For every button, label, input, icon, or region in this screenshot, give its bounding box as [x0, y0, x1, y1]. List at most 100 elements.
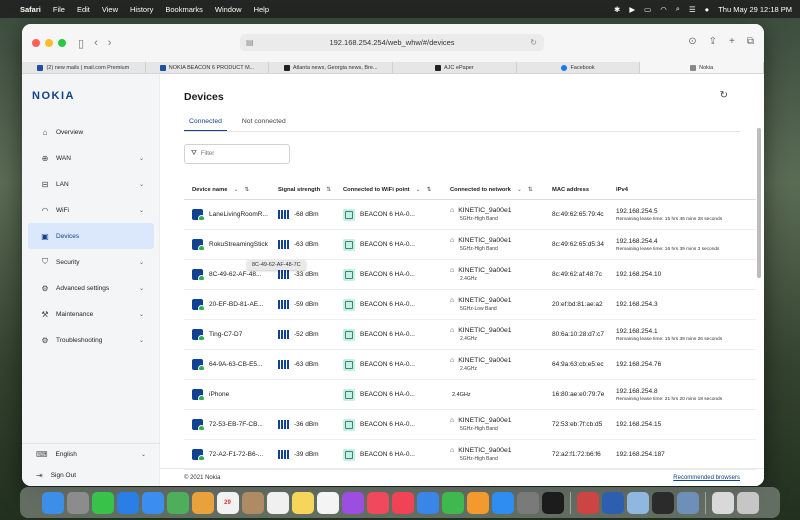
menu-history[interactable]: History [130, 5, 153, 14]
dock-podcasts-icon[interactable] [341, 491, 364, 514]
minimize-window-button[interactable] [45, 39, 53, 47]
dock-trash-icon[interactable] [736, 491, 759, 514]
nokia-logo[interactable]: NOKIA [32, 90, 75, 102]
menu-datetime[interactable]: Thu May 29 12:18 PM [718, 5, 792, 14]
address-bar-url[interactable]: 192.168.254.254/web_whw/#/devices [329, 38, 454, 47]
browser-tab[interactable]: AJC ePaper [393, 62, 517, 73]
sidebar-item-wifi[interactable]: ◠ WiFi ⌄ [28, 197, 154, 223]
page-scrollbar[interactable] [757, 124, 762, 486]
dock-finder-icon[interactable] [41, 491, 64, 514]
forward-arrow-icon[interactable]: › [108, 37, 112, 49]
tab-connected[interactable]: Connected [184, 118, 227, 131]
browser-tab[interactable]: Atlanta news, Georgia news, Bre... [269, 62, 394, 73]
dock-reminders-icon[interactable] [266, 491, 289, 514]
browser-tab[interactable]: NOKIA BEACON 6 PRODUCT M... [146, 62, 270, 73]
device-name-cell[interactable]: 8C-49-62-AF-48... [184, 269, 270, 280]
device-name-cell[interactable]: 64-9A-63-CB-E5... [184, 359, 270, 370]
dock-freeform-icon[interactable] [316, 491, 339, 514]
sidebar-item-lan[interactable]: ⊟ LAN ⌄ [28, 171, 154, 197]
tab-not-connected[interactable]: Not connected [237, 118, 291, 131]
sidebar-toggle-icon[interactable]: ▯ [78, 37, 84, 50]
table-row[interactable]: 64-9A-63-CB-E5... -63 dBm BEACON 6 HA-0...… [184, 350, 756, 380]
address-bar[interactable]: ▤ 192.168.254.254/web_whw/#/devices ↻ [240, 34, 544, 51]
dock-music-icon[interactable] [366, 491, 389, 514]
col-wifi-point[interactable]: Connected to WiFi point ⌄ ⇅ [335, 187, 442, 193]
sort-icon[interactable]: ⇅ [326, 187, 331, 193]
dock-terminal-icon[interactable] [651, 491, 674, 514]
dock-safari-icon[interactable] [116, 491, 139, 514]
col-device-name[interactable]: Device name ⌄ ⇅ [184, 187, 270, 193]
browser-tab[interactable]: (2) new mails | mail.com Premium [22, 62, 146, 73]
refresh-icon[interactable]: ↻ [720, 90, 728, 101]
menu-edit[interactable]: Edit [77, 5, 90, 14]
dock-apple-tv-icon[interactable] [541, 491, 564, 514]
sign-out-button[interactable]: ⇥ Sign Out [22, 465, 160, 486]
share-icon[interactable]: ⇪ [709, 36, 717, 47]
reload-icon[interactable]: ↻ [530, 38, 537, 47]
back-arrow-icon[interactable]: ‹ [94, 37, 98, 49]
col-mac-address[interactable]: MAC address [544, 187, 608, 193]
dock-other-app-2-icon[interactable] [601, 491, 624, 514]
new-tab-icon[interactable]: + [729, 36, 735, 47]
dock-pages-icon[interactable] [466, 491, 489, 514]
device-name-cell[interactable]: 72-53-EB-7F-CB... [184, 419, 270, 430]
tab-overview-icon[interactable]: ⧉ [747, 36, 754, 47]
dock-launchpad-icon[interactable] [66, 491, 89, 514]
device-name-cell[interactable]: 72-A2-F1-72-B6-... [184, 449, 270, 460]
dock-news-icon[interactable] [391, 491, 414, 514]
menu-file[interactable]: File [53, 5, 65, 14]
table-row[interactable]: 20-EF-BD-81-AE... -59 dBm BEACON 6 HA-0...… [184, 290, 756, 320]
menu-help[interactable]: Help [254, 5, 269, 14]
page-settings-icon[interactable]: ▤ [246, 38, 254, 47]
spotlight-search-icon[interactable]: ⌕ [676, 4, 680, 14]
dock-app-store-icon[interactable] [491, 491, 514, 514]
sidebar-item-advanced-settings[interactable]: ⚙ Advanced settings ⌄ [28, 275, 154, 301]
dock-calendar-icon[interactable]: 29 [216, 491, 239, 514]
sidebar-item-troubleshooting[interactable]: ⚙ Troubleshooting ⌄ [28, 327, 154, 353]
table-row[interactable]: Ting-C7-D7 -52 dBm BEACON 6 HA-0... ⌂ KINETI… [184, 320, 756, 350]
chevron-down-icon[interactable]: ⌄ [233, 187, 238, 193]
chevron-down-icon[interactable]: ⌄ [416, 187, 421, 193]
dock-downloads-icon[interactable] [711, 491, 734, 514]
dock-messages-icon[interactable] [91, 491, 114, 514]
dock-keynote-icon[interactable] [416, 491, 439, 514]
zoom-window-button[interactable] [58, 39, 66, 47]
chevron-down-icon[interactable]: ⌄ [517, 187, 522, 193]
filter-input[interactable]: ⛛ Filter [184, 144, 290, 164]
dock-other-app-icon[interactable] [576, 491, 599, 514]
table-row[interactable]: RokuStreamingStick -63 dBm BEACON 6 HA-0..… [184, 230, 756, 260]
col-signal-strength[interactable]: Signal strength ⇅ [270, 187, 335, 193]
dock-maps-icon[interactable] [166, 491, 189, 514]
device-name-cell[interactable]: Ting-C7-D7 [184, 329, 270, 340]
browser-tab-active[interactable]: Nokia [640, 62, 764, 73]
play-icon[interactable]: ▶ [629, 5, 635, 14]
downloads-icon[interactable]: ⊙ [688, 36, 696, 47]
dock-settings-icon[interactable] [516, 491, 539, 514]
recommended-browsers-link[interactable]: Recommended browsers [673, 475, 740, 481]
bluetooth-icon[interactable]: ✱ [614, 5, 620, 14]
scrollbar-thumb[interactable] [757, 128, 761, 278]
menu-view[interactable]: View [102, 5, 118, 14]
siri-icon[interactable]: ● [705, 5, 710, 14]
table-row[interactable]: LaneLivingRoomR... -68 dBm BEACON 6 HA-0..… [184, 200, 756, 230]
dock-mail-icon[interactable] [141, 491, 164, 514]
col-network[interactable]: Connected to network ⌄ ⇅ [442, 187, 544, 193]
device-name-cell[interactable]: RokuStreamingStick [184, 239, 270, 250]
wifi-status-icon[interactable]: ◠ [660, 5, 667, 14]
sort-icon[interactable]: ⇅ [244, 187, 249, 193]
sort-icon[interactable]: ⇅ [528, 187, 533, 193]
sidebar-item-maintenance[interactable]: ⚒ Maintenance ⌄ [28, 301, 154, 327]
dock-contacts-icon[interactable] [241, 491, 264, 514]
menu-bookmarks[interactable]: Bookmarks [165, 5, 203, 14]
battery-icon[interactable]: ▭ [644, 5, 651, 14]
dock-notes-icon[interactable] [291, 491, 314, 514]
sidebar-item-overview[interactable]: ⌂ Overview [28, 119, 154, 145]
device-name-cell[interactable]: 20-EF-BD-81-AE... [184, 299, 270, 310]
col-ipv4[interactable]: IPv4 [608, 187, 756, 193]
table-row[interactable]: 72-53-EB-7F-CB... -36 dBm BEACON 6 HA-0...… [184, 410, 756, 440]
control-center-icon[interactable]: ☰ [689, 5, 696, 14]
browser-tab[interactable]: Facebook [517, 62, 641, 73]
dock-photos-icon[interactable] [191, 491, 214, 514]
table-row[interactable]: iPhone BEACON 6 HA-0... 2.4GHz 16:80:ae:e0:… [184, 380, 756, 410]
menu-window[interactable]: Window [215, 5, 242, 14]
